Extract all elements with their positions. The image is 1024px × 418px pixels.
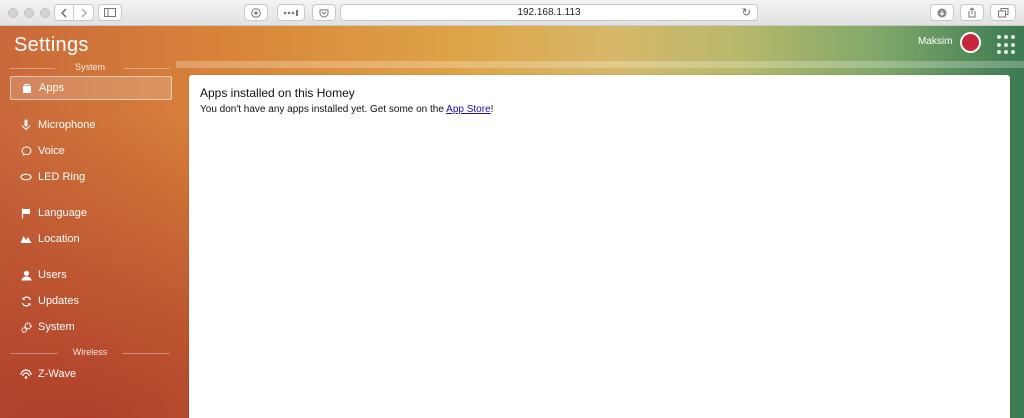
browser-toolbar: 192.168.1.113 ↻ bbox=[0, 0, 1024, 26]
extensions-button[interactable] bbox=[277, 4, 305, 21]
share-icon bbox=[968, 7, 976, 18]
dots-icon bbox=[283, 9, 298, 16]
sidebar-item-label: Users bbox=[38, 269, 67, 281]
privacy-button[interactable] bbox=[244, 4, 268, 21]
sidebar-item-system[interactable]: System bbox=[10, 315, 172, 339]
refresh-icon bbox=[20, 295, 32, 307]
sidebar-item-label: Location bbox=[38, 233, 80, 245]
speech-bubble-icon bbox=[20, 145, 32, 157]
sidebar-item-voice[interactable]: Voice bbox=[10, 139, 172, 163]
forward-button[interactable] bbox=[74, 4, 94, 21]
chevron-right-icon bbox=[81, 8, 87, 17]
shield-icon bbox=[251, 7, 261, 18]
bag-icon bbox=[21, 82, 33, 94]
sidebar-item-label: System bbox=[38, 321, 75, 333]
microphone-icon bbox=[20, 119, 32, 131]
wireless-icon bbox=[20, 368, 32, 380]
sidebar-item-language[interactable]: Language bbox=[10, 201, 172, 225]
message-text: You don't have any apps installed yet. G… bbox=[200, 104, 447, 115]
ring-icon bbox=[20, 171, 32, 183]
homey-app: Settings Maksim System Apps Microphone V… bbox=[0, 26, 1024, 418]
reload-icon[interactable]: ↻ bbox=[742, 6, 751, 21]
back-button[interactable] bbox=[54, 4, 74, 21]
sidebar-item-microphone[interactable]: Microphone bbox=[10, 113, 172, 137]
apps-grid-icon[interactable] bbox=[997, 35, 1017, 55]
address-bar[interactable]: 192.168.1.113 ↻ bbox=[340, 4, 758, 21]
sidebar-icon bbox=[104, 8, 116, 17]
empty-state-message: You don't have any apps installed yet. G… bbox=[200, 104, 493, 115]
sidebar-item-led-ring[interactable]: LED Ring bbox=[10, 165, 172, 189]
sidebar-item-label: Voice bbox=[38, 145, 65, 157]
sidebar-item-label: Apps bbox=[39, 82, 65, 94]
share-button[interactable] bbox=[960, 4, 984, 21]
apps-panel: Apps installed on this Homey You don't h… bbox=[189, 75, 1010, 418]
tabs-overview-button[interactable] bbox=[990, 4, 1016, 21]
gears-icon bbox=[20, 321, 32, 333]
user-name[interactable]: Maksim bbox=[918, 36, 952, 47]
tabs-icon bbox=[997, 7, 1008, 17]
panel-heading: Apps installed on this Homey bbox=[200, 86, 355, 100]
minimize-window-button[interactable] bbox=[24, 8, 34, 18]
sidebar-section-wireless: Wireless bbox=[10, 347, 170, 358]
sidebar-item-location[interactable]: Location bbox=[10, 227, 172, 251]
app-store-link[interactable]: App Store bbox=[446, 104, 490, 115]
sidebar-item-label: Language bbox=[38, 207, 87, 219]
history-nav bbox=[54, 4, 94, 21]
sidebar-item-label: Microphone bbox=[38, 119, 96, 131]
user-icon bbox=[20, 269, 32, 281]
content-header-strip bbox=[176, 61, 1024, 68]
sidebar-item-z-wave[interactable]: Z-Wave bbox=[10, 362, 172, 386]
sidebar-section-system: System bbox=[10, 62, 170, 73]
sidebar-item-label: LED Ring bbox=[38, 171, 86, 183]
section-label: System bbox=[74, 62, 105, 72]
page-title: Settings bbox=[14, 34, 89, 56]
pocket-icon bbox=[319, 9, 329, 17]
section-label: Wireless bbox=[72, 347, 108, 357]
download-icon bbox=[937, 8, 947, 17]
address-text: 192.168.1.113 bbox=[517, 7, 581, 18]
window-controls bbox=[8, 8, 50, 18]
sidebar-item-label: Z-Wave bbox=[38, 368, 77, 380]
chevron-left-icon bbox=[61, 8, 67, 17]
flag-icon bbox=[20, 207, 32, 219]
close-window-button[interactable] bbox=[8, 8, 18, 18]
message-end: ! bbox=[490, 104, 494, 115]
sidebar-item-apps[interactable]: Apps bbox=[10, 76, 172, 100]
pocket-button[interactable] bbox=[312, 4, 336, 21]
avatar[interactable] bbox=[960, 32, 981, 53]
sidebar-item-updates[interactable]: Updates bbox=[10, 289, 172, 313]
sidebar-item-label: Updates bbox=[38, 295, 79, 307]
map-icon bbox=[20, 233, 32, 245]
avatar-image bbox=[962, 34, 979, 51]
sidebar-toggle-button[interactable] bbox=[98, 4, 122, 21]
downloads-button[interactable] bbox=[930, 4, 954, 21]
sidebar-item-users[interactable]: Users bbox=[10, 263, 172, 287]
zoom-window-button[interactable] bbox=[40, 8, 50, 18]
